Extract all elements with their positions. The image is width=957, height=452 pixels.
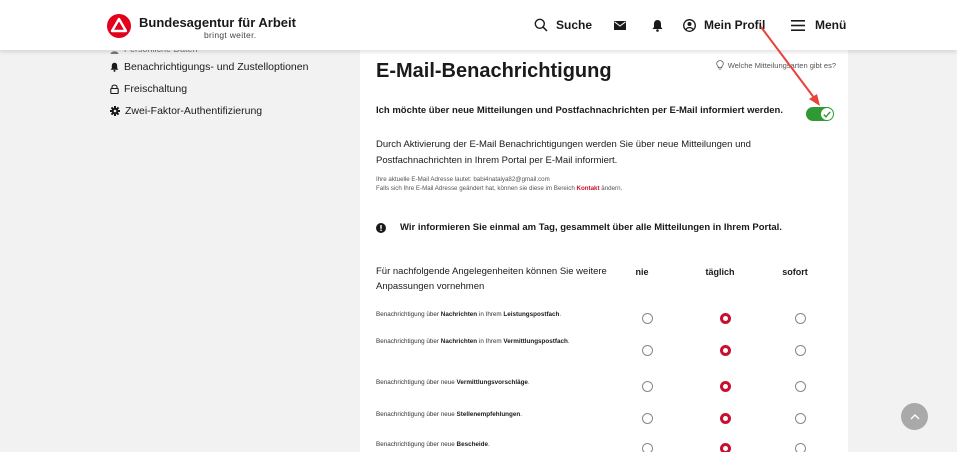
row-label-part: Vermittlungspostfach	[503, 338, 568, 345]
row-label-part: in Ihrem	[477, 338, 504, 345]
table-row: Benachrichtigung über neue Bescheide.	[376, 436, 836, 452]
radio-daily[interactable]	[720, 443, 731, 452]
table-row: Benachrichtigung über Nachrichten in Ihr…	[376, 338, 836, 372]
mail-button[interactable]	[614, 21, 626, 30]
row-label-part: Benachrichtigung über	[376, 311, 441, 318]
row-label-part: Leistungspostfach	[503, 311, 560, 318]
radio-immediately[interactable]	[795, 443, 806, 452]
radio-never[interactable]	[642, 345, 653, 356]
row-label-part: .	[559, 311, 562, 318]
contact-link[interactable]: Kontakt	[577, 185, 600, 192]
row-label-part: .	[527, 379, 530, 386]
logo-subtitle: bringt weiter.	[204, 30, 257, 40]
page-title: E-Mail-Benachrichtigung	[376, 60, 612, 82]
search-icon	[534, 18, 548, 32]
radio-immediately[interactable]	[795, 413, 806, 424]
row-label-part: .	[567, 338, 570, 345]
row-label: Benachrichtigung über neue Stellenempfeh…	[376, 411, 616, 420]
user-circle-icon	[683, 18, 696, 32]
radio-immediately[interactable]	[795, 313, 806, 324]
row-label: Benachrichtigung über Nachrichten in Ihr…	[376, 338, 616, 347]
logo-title[interactable]: Bundesagentur für Arbeit	[139, 15, 296, 30]
row-label-part: Bescheide	[456, 441, 489, 448]
email-notification-panel: E-Mail-Benachrichtigung Welche Mitteilun…	[360, 50, 848, 452]
checkmark-icon	[823, 110, 831, 118]
email-notification-toggle[interactable]	[806, 107, 834, 121]
row-label-part: Nachrichten	[440, 338, 478, 345]
radio-daily[interactable]	[720, 381, 731, 392]
table-row: Benachrichtigung über neue Vermittlungsv…	[376, 374, 836, 408]
sidebar-item-label: Benachrichtigungs- und Zustelloptionen	[124, 61, 309, 73]
profile-button[interactable]: Mein Profil	[683, 18, 765, 32]
email-opt-in-label: Ich möchte über neue Mitteilungen und Po…	[376, 105, 783, 116]
scroll-to-top-button[interactable]	[901, 403, 928, 430]
help-link-label: Welche Mitteilungsarten gibt es?	[727, 60, 836, 70]
lightbulb-icon	[716, 60, 724, 70]
profile-label: Mein Profil	[704, 18, 766, 32]
radio-never[interactable]	[642, 313, 653, 324]
row-label-part: Stellenempfehlungen	[456, 411, 521, 418]
menu-button[interactable]: Menü	[791, 18, 846, 32]
radio-immediately[interactable]	[795, 381, 806, 392]
row-label: Benachrichtigung über Nachrichten in Ihr…	[376, 311, 616, 320]
notifications-button[interactable]	[652, 19, 663, 32]
change-email-suffix: ändern.	[599, 185, 623, 192]
menu-label: Menü	[815, 18, 847, 32]
row-label-part: in Ihrem	[477, 311, 504, 318]
column-header-daily: täglich	[705, 267, 735, 277]
row-label: Benachrichtigung über neue Bescheide.	[376, 441, 616, 450]
gear-icon	[110, 106, 120, 116]
sidebar-item-label: Zwei-Faktor-Authentifizierung	[125, 105, 263, 117]
radio-never[interactable]	[642, 381, 653, 392]
chevron-up-icon	[910, 413, 919, 419]
radio-never[interactable]	[642, 443, 653, 452]
table-row: Benachrichtigung über neue Stellenempfeh…	[376, 406, 836, 440]
lock-icon	[110, 84, 119, 94]
change-email-text: Falls sich Ihre E-Mail Adresse geändert …	[376, 185, 577, 192]
row-label-part: .	[488, 441, 490, 448]
row-label-part: Benachrichtigung über	[376, 338, 441, 345]
table-row: Benachrichtigung über Nachrichten in Ihr…	[376, 306, 836, 340]
search-button[interactable]: Suche	[534, 18, 592, 32]
radio-immediately[interactable]	[795, 345, 806, 356]
top-header: Bundesagentur für Arbeit bringt weiter. …	[0, 0, 957, 50]
matrix-header: Für nachfolgende Angelegenheiten können …	[376, 266, 607, 292]
toggle-knob	[821, 108, 833, 120]
search-label: Suche	[556, 18, 593, 32]
row-label-part: Benachrichtigung über neue	[376, 441, 457, 448]
row-label: Benachrichtigung über neue Vermittlungsv…	[376, 379, 616, 388]
change-email-line: Falls sich Ihre E-Mail Adresse geändert …	[376, 184, 622, 193]
radio-daily[interactable]	[720, 345, 731, 356]
sidebar-item-notification-options[interactable]: Benachrichtigungs- und Zustelloptionen	[110, 56, 340, 78]
agency-logo-icon[interactable]	[107, 14, 131, 38]
current-email-line: Ihre aktuelle E-Mail Adresse lautet: bab…	[376, 176, 550, 183]
sidebar-item-activation[interactable]: Freischaltung	[110, 78, 340, 100]
radio-never[interactable]	[642, 413, 653, 424]
daily-digest-notice: Wir informieren Sie einmal am Tag, gesam…	[376, 222, 782, 233]
bell-icon	[110, 62, 119, 72]
sidebar-item-label: Freischaltung	[124, 83, 188, 95]
row-label-part: Nachrichten	[440, 311, 478, 318]
settings-sidebar: Persönliche Daten Benachrichtigungs- und…	[110, 44, 340, 122]
notice-text: Wir informieren Sie einmal am Tag, gesam…	[400, 222, 782, 233]
email-info: Ihre aktuelle E-Mail Adresse lautet: bab…	[376, 175, 622, 193]
radio-daily[interactable]	[720, 313, 731, 324]
hamburger-icon	[791, 19, 805, 31]
row-label-part: Benachrichtigung über neue	[376, 379, 457, 386]
message-types-help-link[interactable]: Welche Mitteilungsarten gibt es?	[716, 60, 836, 70]
row-label-part: Vermittlungsvorschläge	[456, 379, 528, 386]
column-header-never: nie	[635, 267, 649, 277]
info-icon	[376, 222, 386, 233]
row-label-part: Benachrichtigung über neue	[376, 411, 457, 418]
row-label-part: .	[520, 411, 522, 418]
envelope-icon	[614, 21, 626, 30]
sidebar-item-two-factor-auth[interactable]: Zwei-Faktor-Authentifizierung	[110, 100, 340, 122]
bell-icon	[652, 20, 663, 32]
column-header-immediately: sofort	[782, 267, 808, 277]
activation-description: Durch Aktivierung der E-Mail Benachricht…	[376, 139, 751, 166]
radio-daily[interactable]	[720, 413, 731, 424]
